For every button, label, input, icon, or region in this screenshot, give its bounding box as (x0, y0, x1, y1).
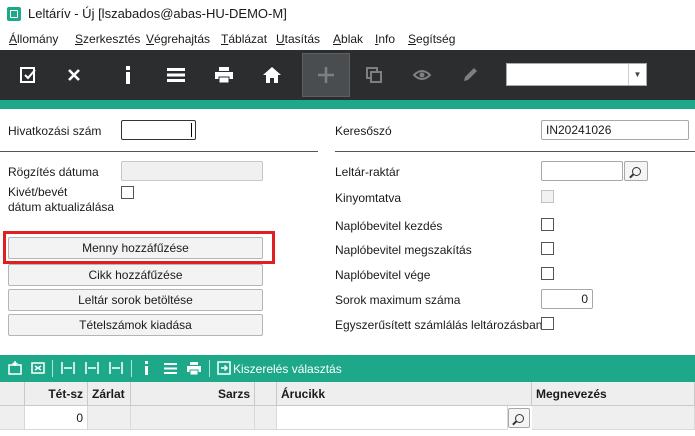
chevron-down-icon[interactable]: ▼ (628, 64, 646, 85)
issue-lots-button[interactable]: Tételszámok kiadása (8, 314, 263, 336)
warehouse-lookup-button[interactable] (624, 161, 648, 181)
delete-row-icon[interactable] (30, 360, 46, 376)
pencil-icon[interactable] (446, 53, 494, 97)
row-header-corner (0, 382, 25, 406)
issue-receipt-checkbox[interactable] (121, 186, 134, 199)
column-header-megnevezes[interactable]: Megnevezés (532, 382, 695, 406)
menu-mnemonic: S (75, 32, 84, 46)
log-start-label: Naplóbevitel kezdés (335, 219, 443, 233)
eye-icon[interactable] (398, 53, 446, 97)
reference-no-label: Hivatkozási szám (8, 124, 102, 138)
window-title: Leltárív - Új [lszabados@abas-HU-DEMO-M] (28, 6, 287, 21)
search-value: IN20241026 (546, 123, 612, 137)
insert-row-icon[interactable] (7, 360, 23, 376)
list-icon[interactable] (162, 360, 178, 376)
log-end-label: Naplóbevitel vége (335, 268, 431, 282)
menu-allomany[interactable]: Állomány (9, 32, 58, 46)
menu-segitseg[interactable]: Segítség (408, 32, 455, 46)
column-header-sarzs[interactable]: Sarzs (131, 382, 255, 406)
menu-bar: Állomány Szerkesztés Végrehajtás Tábláza… (0, 28, 695, 50)
menu-szerkesztes[interactable]: Szerkesztés (75, 32, 140, 46)
inventory-grid: Tét-sz Zárlat Sarzs Árucikk Megnevezés 0 (0, 382, 695, 436)
section-divider-right (335, 151, 695, 152)
reference-no-field[interactable] (121, 120, 196, 140)
item-lookup-button[interactable] (508, 408, 530, 428)
print-icon[interactable] (200, 53, 248, 97)
text-caret (191, 123, 192, 137)
menu-mnemonic: A (333, 32, 342, 46)
search-label: Keresőszó (335, 124, 392, 138)
add-qty-button[interactable]: Menny hozzáfűzése (8, 237, 263, 259)
column-header-arucikk[interactable]: Árucikk (277, 382, 532, 406)
menu-mnemonic: I (375, 32, 379, 46)
column-header-zarlat[interactable]: Zárlat (88, 382, 131, 406)
load-rows-button[interactable]: Leltár sorok betöltése (8, 289, 263, 311)
printed-checkbox[interactable] (541, 190, 554, 203)
cell-blank[interactable] (255, 406, 277, 430)
menu-mnemonic: T (221, 32, 229, 46)
log-interrupt-checkbox[interactable] (541, 242, 554, 255)
toolbar-combo[interactable]: ▼ (506, 63, 647, 86)
row-header[interactable] (0, 406, 25, 430)
menu-mnemonic: Á (9, 32, 18, 46)
cell-zarlat[interactable] (88, 406, 131, 430)
log-end-checkbox[interactable] (541, 267, 554, 280)
toolbar-separator (209, 360, 210, 377)
entry-date-field[interactable] (121, 161, 263, 181)
cell-tet-sz[interactable]: 0 (25, 406, 88, 430)
info-icon[interactable] (104, 53, 152, 97)
add-item-button[interactable]: Cikk hozzáfűzése (8, 264, 263, 286)
list-icon[interactable] (152, 53, 200, 97)
toolbar-separator (52, 360, 53, 377)
log-start-checkbox[interactable] (541, 218, 554, 231)
simplified-count-label: Egyszerűsített számlálás leltározásban (335, 318, 543, 332)
expand-width-icon[interactable] (60, 360, 76, 376)
log-interrupt-label: Naplóbevitel megszakítás (335, 243, 472, 257)
menu-utasitas[interactable]: Utasítás (276, 32, 320, 46)
simplified-count-checkbox[interactable] (541, 317, 554, 330)
cell-megnevezes[interactable] (532, 406, 695, 430)
cell-arucikk[interactable] (277, 406, 508, 430)
copy-icon[interactable] (350, 53, 398, 97)
menu-info[interactable]: Info (375, 32, 395, 46)
toolbar-separator (131, 360, 132, 377)
title-bar: Leltárív - Új [lszabados@abas-HU-DEMO-M] (0, 0, 695, 28)
menu-ablak[interactable]: Ablak (333, 32, 363, 46)
app-icon (7, 7, 21, 21)
search-field[interactable]: IN20241026 (541, 120, 689, 140)
cell-sarzs[interactable] (131, 406, 255, 430)
max-rows-value: 0 (581, 292, 588, 306)
search-icon (514, 413, 524, 423)
main-toolbar: ▼ (0, 50, 695, 100)
table-toolbar: Kiszerelés választás (0, 355, 695, 382)
accent-strip (0, 100, 695, 109)
issue-receipt-label-line2: dátum aktualizálása (8, 200, 115, 214)
menu-tablazat[interactable]: Táblázat (221, 32, 267, 46)
inventory-warehouse-field[interactable] (541, 161, 623, 181)
save-icon[interactable] (4, 53, 52, 97)
inventory-warehouse-label: Leltár-raktár (335, 165, 400, 179)
entry-date-label: Rögzítés dátuma (8, 165, 99, 179)
column-header-tet-sz[interactable]: Tét-sz (25, 382, 88, 406)
home-icon[interactable] (248, 53, 296, 97)
section-divider-left (0, 151, 318, 152)
close-icon[interactable] (50, 53, 98, 97)
max-rows-label: Sorok maximum száma (335, 293, 461, 307)
plus-icon[interactable] (302, 53, 350, 97)
select-packaging-icon[interactable] (216, 360, 232, 376)
packaging-select-button[interactable]: Kiszerelés választás (233, 362, 342, 376)
print-icon[interactable] (186, 360, 202, 376)
shrink-width-icon[interactable] (108, 360, 124, 376)
column-header-blank (255, 382, 277, 406)
search-icon (631, 166, 641, 176)
issue-receipt-label-line1: Kivét/bevét (8, 185, 68, 199)
menu-mnemonic: V (146, 32, 155, 46)
printed-label: Kinyomtatva (335, 191, 402, 205)
menu-vegrehajtas[interactable]: Végrehajtás (146, 32, 210, 46)
column-width-icon[interactable] (84, 360, 100, 376)
info-icon[interactable] (139, 360, 155, 376)
menu-mnemonic: S (408, 32, 417, 46)
max-rows-field[interactable]: 0 (541, 289, 593, 309)
menu-mnemonic: U (276, 32, 285, 46)
